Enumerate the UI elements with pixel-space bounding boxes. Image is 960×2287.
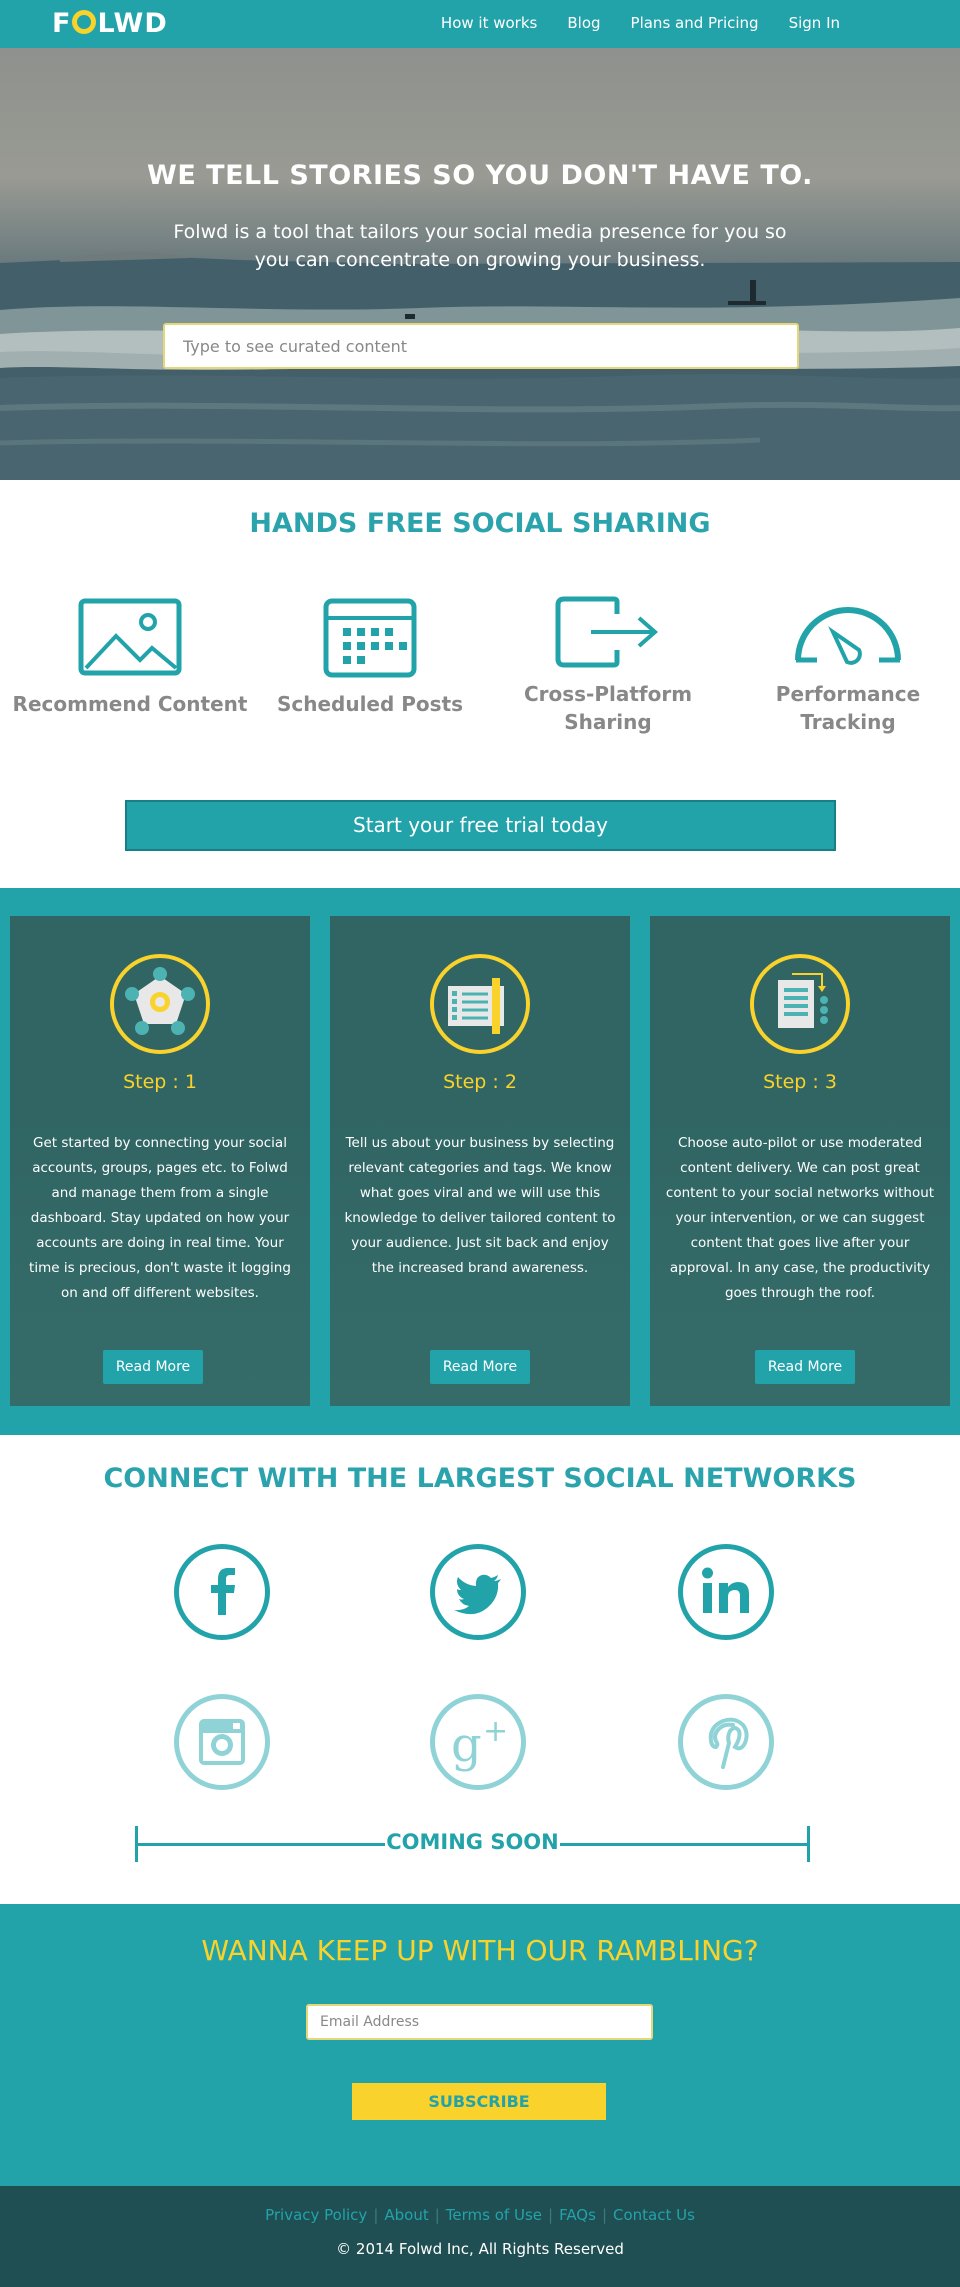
folwd-logo[interactable]: F LWD <box>52 8 168 39</box>
step-2-badge <box>430 954 530 1054</box>
read-more-button[interactable]: Read More <box>103 1350 203 1384</box>
instagram-icon <box>174 1694 270 1790</box>
step-label: Step : 1 <box>123 1071 197 1093</box>
facebook-icon[interactable] <box>174 1544 270 1640</box>
email-field[interactable] <box>306 2004 653 2040</box>
step-card-1: Step : 1 Get started by connecting your … <box>10 916 310 1406</box>
calendar-icon <box>323 598 417 678</box>
subscribe-button[interactable]: SUBSCRIBE <box>352 2083 606 2120</box>
feature-performance-tracking: Performance Tracking <box>738 596 958 736</box>
pinterest-icon <box>678 1694 774 1790</box>
step-label: Step : 3 <box>763 1071 837 1093</box>
coming-soon-label: COMING SOON <box>386 1830 559 1854</box>
image-icon <box>78 598 182 676</box>
gauge-icon <box>795 607 901 665</box>
feature-recommend-content: Recommend Content <box>10 598 250 718</box>
feature-label: Scheduled Posts <box>276 692 464 716</box>
svg-text:+: + <box>483 1714 508 1749</box>
footer-about[interactable]: About <box>384 2206 428 2224</box>
steps-section: Step : 1 Get started by connecting your … <box>0 888 960 1435</box>
nav-links: How it works Blog Plans and Pricing Sign… <box>441 14 840 32</box>
features-title: HANDS FREE SOCIAL SHARING <box>249 508 711 539</box>
footer-terms-of-use[interactable]: Terms of Use <box>446 2206 542 2224</box>
footer-links: Privacy Policy | About | Terms of Use | FAQs | C… <box>265 2206 695 2224</box>
document-flow-icon <box>778 973 828 1028</box>
footer: Privacy Policy | About | Terms of Use | FAQs | C… <box>0 2186 960 2287</box>
network-icon <box>125 967 195 1035</box>
footer-contact-us[interactable]: Contact Us <box>613 2206 695 2224</box>
social-networks-title: CONNECT WITH THE LARGEST SOCIAL NETWORKS <box>103 1463 857 1494</box>
feature-label: Performance Tracking <box>775 682 921 734</box>
nav-blog[interactable]: Blog <box>567 14 600 32</box>
footer-privacy-policy[interactable]: Privacy Policy <box>265 2206 367 2224</box>
step-description: Get started by connecting your social ac… <box>29 1135 291 1301</box>
step-label: Step : 2 <box>443 1071 517 1093</box>
top-nav: F LWD How it works Blog Plans and Pricing… <box>0 0 960 48</box>
step-description: Choose auto-pilot or use moderated conte… <box>665 1135 935 1301</box>
curated-content-search-input[interactable] <box>163 323 799 369</box>
step-description: Tell us about your business by selecting… <box>344 1135 616 1276</box>
step-1-badge <box>110 954 210 1054</box>
read-more-button[interactable]: Read More <box>755 1350 855 1384</box>
feature-cross-platform: Cross-Platform Sharing <box>498 596 718 736</box>
feature-label: Cross-Platform Sharing <box>523 682 693 734</box>
svg-text:g: g <box>451 1717 482 1773</box>
nav-how-it-works[interactable]: How it works <box>441 14 537 32</box>
step-3-badge <box>750 954 850 1054</box>
feature-label: Recommend Content <box>12 692 248 716</box>
footer-faqs[interactable]: FAQs <box>559 2206 596 2224</box>
twitter-icon[interactable] <box>430 1544 526 1640</box>
start-free-trial-button[interactable]: Start your free trial today <box>125 800 836 851</box>
copyright-text: © 2014 Folwd Inc, All Rights Reserved <box>336 2240 624 2258</box>
step-card-2: Step : 2 Tell us about your business by … <box>330 916 630 1406</box>
hero-title: WE TELL STORIES SO YOU DON'T HAVE TO. <box>147 160 813 191</box>
step-card-3: Step : 3 Choose auto-pilot or use modera… <box>650 916 950 1406</box>
feature-scheduled-posts: Scheduled Posts <box>250 598 490 718</box>
hero-section: WE TELL STORIES SO YOU DON'T HAVE TO. Fo… <box>0 48 960 480</box>
hero-subtitle: Folwd is a tool that tailors your social… <box>173 221 787 271</box>
google-plus-icon: g + <box>430 1694 526 1790</box>
newsletter-title: WANNA KEEP UP WITH OUR RAMBLING? <box>201 1934 759 1967</box>
logo-o-ring <box>72 10 97 34</box>
linkedin-icon[interactable] <box>678 1544 774 1640</box>
checklist-icon <box>448 978 504 1034</box>
newsletter-section: WANNA KEEP UP WITH OUR RAMBLING? SUBSCRI… <box>0 1904 960 2186</box>
share-arrow-icon <box>555 596 659 668</box>
read-more-button[interactable]: Read More <box>430 1350 530 1384</box>
coming-soon-divider: COMING SOON <box>135 1826 810 1862</box>
nav-sign-in[interactable]: Sign In <box>789 14 840 32</box>
nav-plans-pricing[interactable]: Plans and Pricing <box>631 14 759 32</box>
